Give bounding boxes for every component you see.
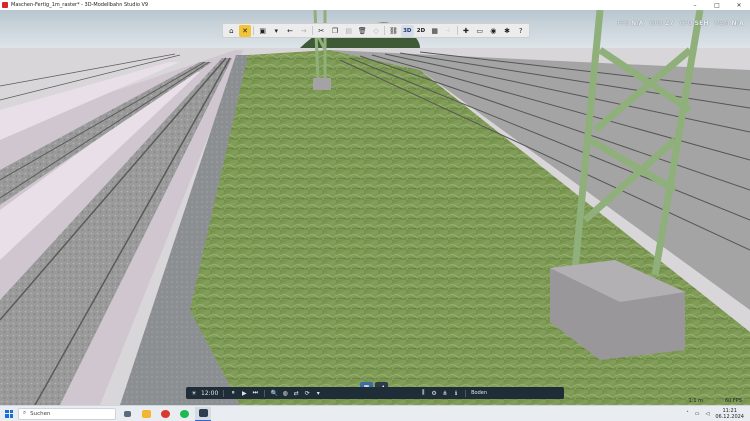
task-view-icon[interactable] <box>119 407 135 421</box>
link-icon[interactable]: ⛓ <box>387 25 400 37</box>
save-dropdown-icon[interactable]: ▾ <box>270 25 283 37</box>
gear-icon[interactable]: ⚙ <box>430 388 438 398</box>
scale-readout: 1:1 m <box>688 398 703 404</box>
play-button[interactable]: ▶ <box>240 388 248 398</box>
simulation-controlbar: ☀ 12:00 ⏸ ▶ ⏭ 🔍 ◍ ⇄ ⟳ ▾ ⫼ ⚙ ⋔ ℹ Boden <box>186 387 564 399</box>
tools-icon[interactable]: ✕ <box>238 24 252 37</box>
performance-hud: FPS N/A GPU 27 CPU SEH MEM N/A <box>618 20 744 27</box>
layer-label[interactable]: Boden <box>471 388 487 398</box>
redo-icon[interactable]: → <box>297 25 310 37</box>
maximize-button[interactable]: □ <box>706 0 728 10</box>
hud-gpu: GPU 27 <box>649 20 674 27</box>
layer-icon[interactable]: ◇ <box>370 25 383 37</box>
window-titlebar: Maschen-Fertig_1m_raster* - 3D-Modellbah… <box>0 0 750 10</box>
toolbar-divider <box>312 26 313 35</box>
window-title: Maschen-Fertig_1m_raster* - 3D-Modellbah… <box>11 2 149 8</box>
speed-dropdown-icon[interactable]: ▾ <box>314 388 322 398</box>
home-icon[interactable]: ⌂ <box>225 25 238 37</box>
tray-chevron-icon[interactable]: ˄ <box>686 411 689 417</box>
mode-3d-button[interactable]: 3D <box>400 24 414 37</box>
hud-fps: FPS N/A <box>617 20 644 27</box>
view-icon[interactable]: ▭ <box>473 25 486 37</box>
camera-icon[interactable]: ◉ <box>487 25 500 37</box>
info-icon[interactable]: ℹ <box>452 388 460 398</box>
tree-icon[interactable]: ⋔ <box>441 388 449 398</box>
globe-icon[interactable]: ◍ <box>281 388 289 398</box>
taskbar-clock[interactable]: 11:21 06.12.2024 <box>715 408 744 420</box>
grid-icon[interactable]: ▦ <box>428 25 441 37</box>
save-icon[interactable]: ▣ <box>256 25 269 37</box>
pause-button[interactable]: ⏸ <box>229 388 237 398</box>
hud-cpu: CPU SEH <box>679 20 709 27</box>
add-icon[interactable]: ✚ <box>460 25 473 37</box>
time-display[interactable]: 12:00 <box>201 388 218 398</box>
plugin-icon[interactable]: ✱ <box>501 25 514 37</box>
spotify-icon[interactable] <box>176 407 192 421</box>
toolbar-divider <box>384 26 386 35</box>
paste-icon[interactable]: ▤ <box>342 25 355 37</box>
scene-render <box>0 10 750 405</box>
cut-icon[interactable]: ✂ <box>315 25 328 37</box>
network-icon[interactable]: ▭ <box>695 411 700 417</box>
delete-icon[interactable]: 🗑 <box>356 25 369 37</box>
volume-icon[interactable]: ◁ <box>706 411 710 417</box>
chrome-icon[interactable] <box>157 407 173 421</box>
windows-logo-icon <box>5 409 13 418</box>
main-toolbar: ⌂ ✕ ▣ ▾ ← → ✂ ❐ ▤ 🗑 ◇ ⛓ 3D 2D ▦ ⁘ ✚ ▭ ◉ … <box>222 23 530 38</box>
system-tray: ˄ ▭ ◁ 11:21 06.12.2024 <box>686 408 750 420</box>
shuffle-icon[interactable]: ⇄ <box>292 388 300 398</box>
windows-taskbar: ⌕ Suchen ˄ ▭ ◁ 11:21 06.12.2024 <box>0 405 750 421</box>
sliders-icon[interactable]: ⫼ <box>419 388 427 398</box>
taskbar-search[interactable]: ⌕ Suchen <box>18 407 116 420</box>
controlbar-divider <box>465 389 467 397</box>
snap-icon[interactable]: ⁘ <box>442 25 455 37</box>
undo-icon[interactable]: ← <box>284 25 297 37</box>
mode-2d-button[interactable]: 2D <box>415 25 428 37</box>
zoom-icon[interactable]: 🔍 <box>270 388 278 398</box>
fps-readout: 60 FPS <box>724 398 742 404</box>
controlbar-divider <box>223 389 225 397</box>
status-readout: 1:1 m 60 FPS <box>688 398 742 404</box>
app-icon <box>2 2 8 8</box>
start-button[interactable] <box>0 406 18 421</box>
close-button[interactable]: ✕ <box>728 0 750 10</box>
clock-date: 06.12.2024 <box>715 413 744 420</box>
minimize-button[interactable]: – <box>684 0 706 10</box>
toolbar-divider <box>253 26 255 35</box>
search-placeholder: Suchen <box>30 410 51 417</box>
3d-viewport[interactable]: ⌂ ✕ ▣ ▾ ← → ✂ ❐ ▤ 🗑 ◇ ⛓ 3D 2D ▦ ⁘ ✚ ▭ ◉ … <box>0 10 750 405</box>
modellbahn-studio-icon[interactable] <box>195 406 211 421</box>
copy-icon[interactable]: ❐ <box>329 25 342 37</box>
controlbar-divider <box>264 389 266 397</box>
speed-icon[interactable]: ⟳ <box>303 388 311 398</box>
toolbar-divider <box>456 26 458 35</box>
hud-mem: MEM N/A <box>714 20 744 27</box>
sun-icon[interactable]: ☀ <box>190 388 198 398</box>
help-icon[interactable]: ? <box>514 25 527 37</box>
file-explorer-icon[interactable] <box>138 407 154 421</box>
search-icon: ⌕ <box>23 410 27 416</box>
skip-button[interactable]: ⏭ <box>251 388 259 398</box>
